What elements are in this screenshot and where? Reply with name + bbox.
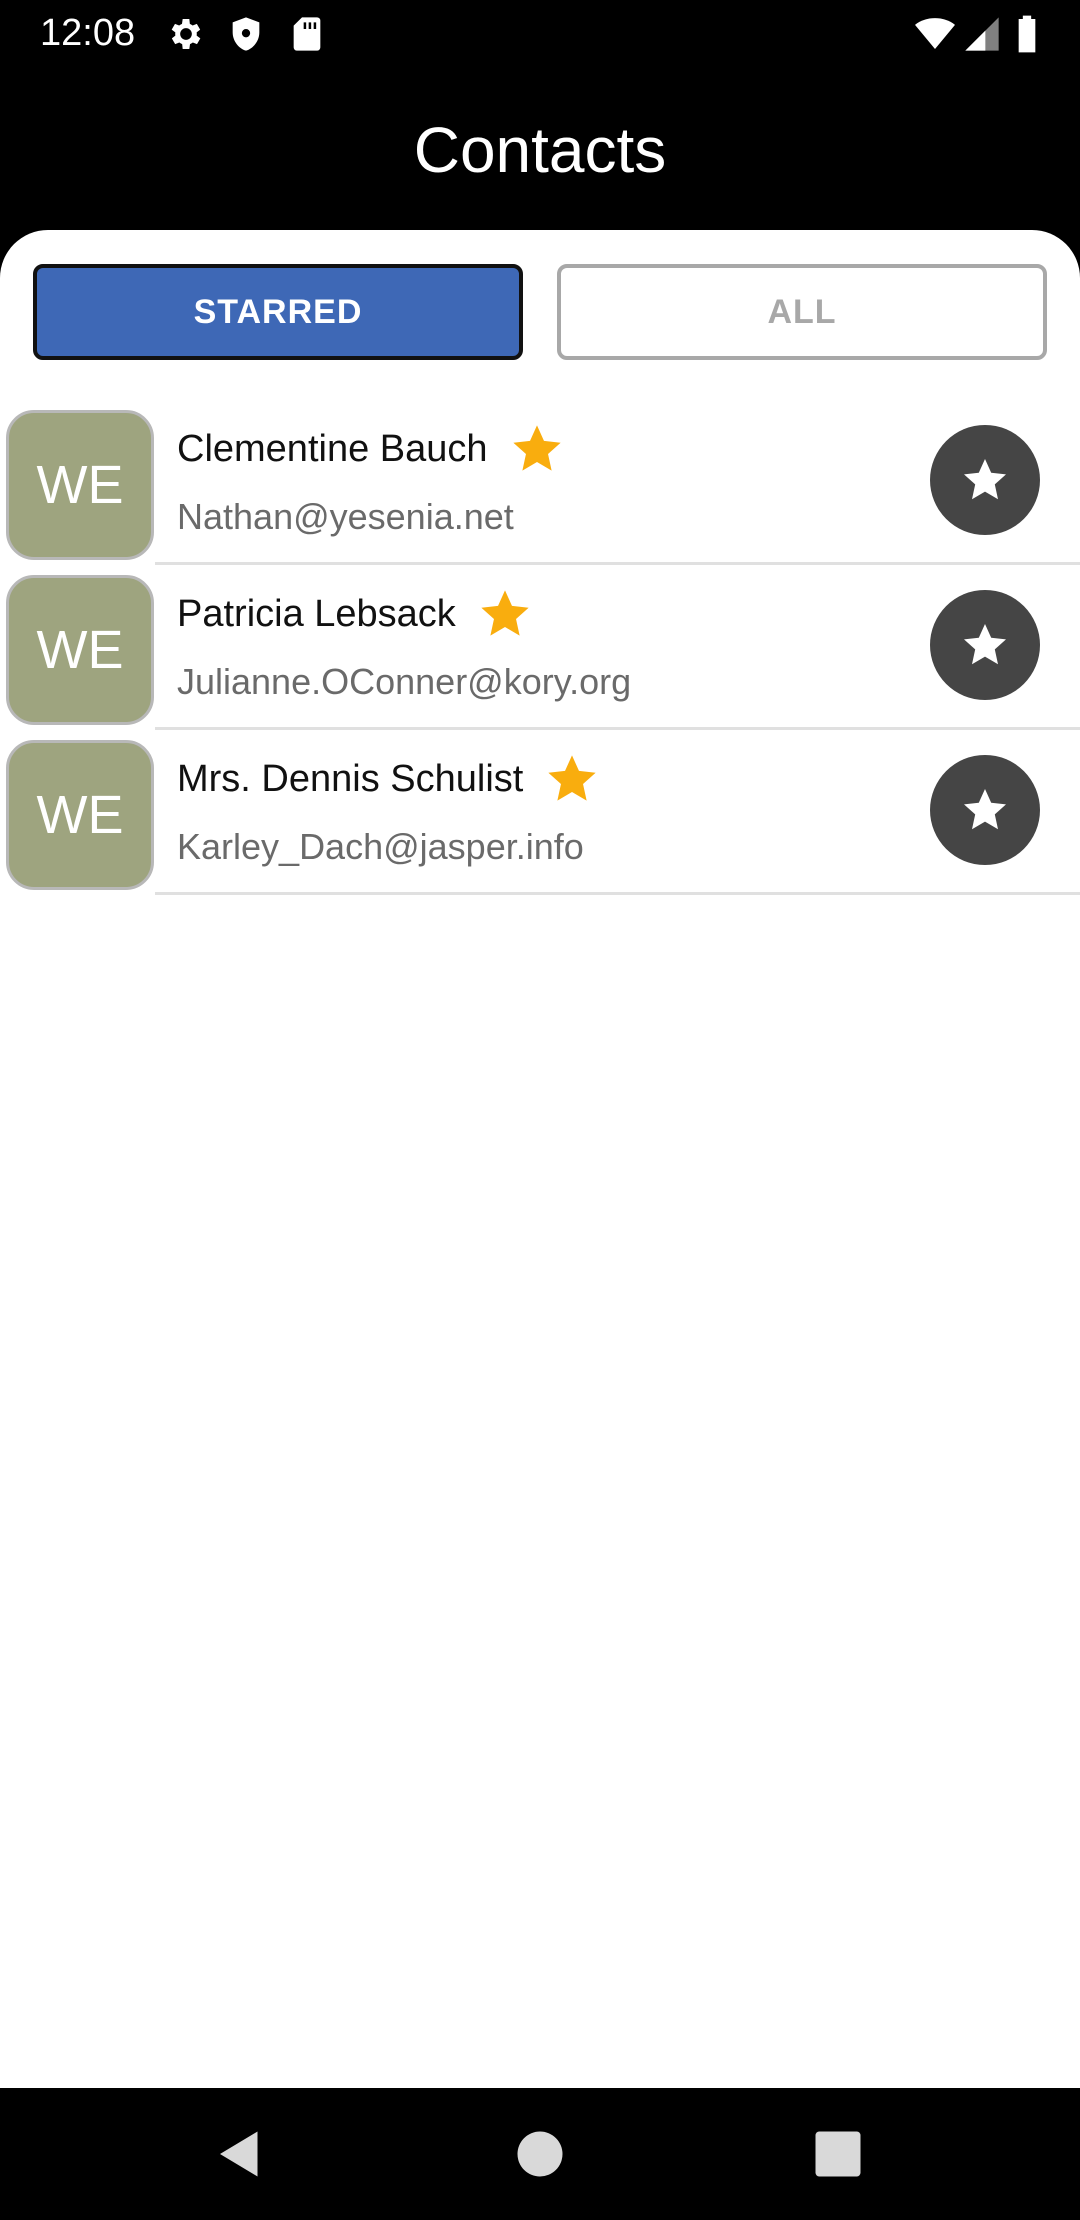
back-icon[interactable] — [210, 2124, 270, 2184]
status-time: 12:08 — [40, 12, 136, 54]
avatar: WE — [6, 740, 154, 890]
all-tab-button[interactable]: ALL — [557, 264, 1047, 360]
navigation-bar — [0, 2088, 1080, 2220]
starred-indicator-icon — [478, 587, 532, 641]
contact-name: Patricia Lebsack — [177, 593, 456, 635]
contact-name-row: Mrs. Dennis Schulist — [177, 752, 599, 806]
contact-list: WE Clementine Bauch Nathan@yesenia.net W… — [0, 400, 1080, 895]
star-toggle-button[interactable] — [930, 590, 1040, 700]
home-icon[interactable] — [510, 2124, 570, 2184]
star-toggle-button[interactable] — [930, 425, 1040, 535]
star-icon — [964, 459, 1006, 500]
contact-email: Julianne.OConner@kory.org — [177, 661, 632, 702]
star-icon — [964, 789, 1006, 830]
avatar: WE — [6, 410, 154, 560]
contact-name-row: Clementine Bauch — [177, 422, 564, 476]
gear-icon — [166, 14, 206, 54]
page-title: Contacts — [413, 114, 667, 186]
contacts-sheet: STARRED ALL WE Clementine Bauch Nathan@y… — [0, 230, 1080, 2088]
recents-icon[interactable] — [808, 2124, 868, 2184]
shield-icon — [226, 14, 266, 54]
contact-name: Mrs. Dennis Schulist — [177, 758, 524, 800]
starred-indicator-icon — [510, 422, 564, 476]
contact-email: Nathan@yesenia.net — [177, 496, 514, 537]
contact-row[interactable]: WE Patricia Lebsack Julianne.OConner@kor… — [0, 565, 1080, 730]
sd-card-icon — [287, 14, 327, 54]
starred-tab-button[interactable]: STARRED — [33, 264, 523, 360]
battery-icon — [1012, 14, 1042, 54]
star-icon — [964, 624, 1006, 665]
status-bar: 12:08 — [0, 0, 1080, 66]
starred-indicator-icon — [545, 752, 599, 806]
star-toggle-button[interactable] — [930, 755, 1040, 865]
avatar: WE — [6, 575, 154, 725]
contact-row[interactable]: WE Clementine Bauch Nathan@yesenia.net — [0, 400, 1080, 565]
contact-email: Karley_Dach@jasper.info — [177, 826, 584, 867]
cell-signal-icon — [962, 14, 1002, 54]
contact-name: Clementine Bauch — [177, 428, 488, 470]
divider — [155, 892, 1080, 895]
contact-row[interactable]: WE Mrs. Dennis Schulist Karley_Dach@jasp… — [0, 730, 1080, 895]
wifi-icon — [912, 14, 958, 54]
contact-name-row: Patricia Lebsack — [177, 587, 532, 641]
